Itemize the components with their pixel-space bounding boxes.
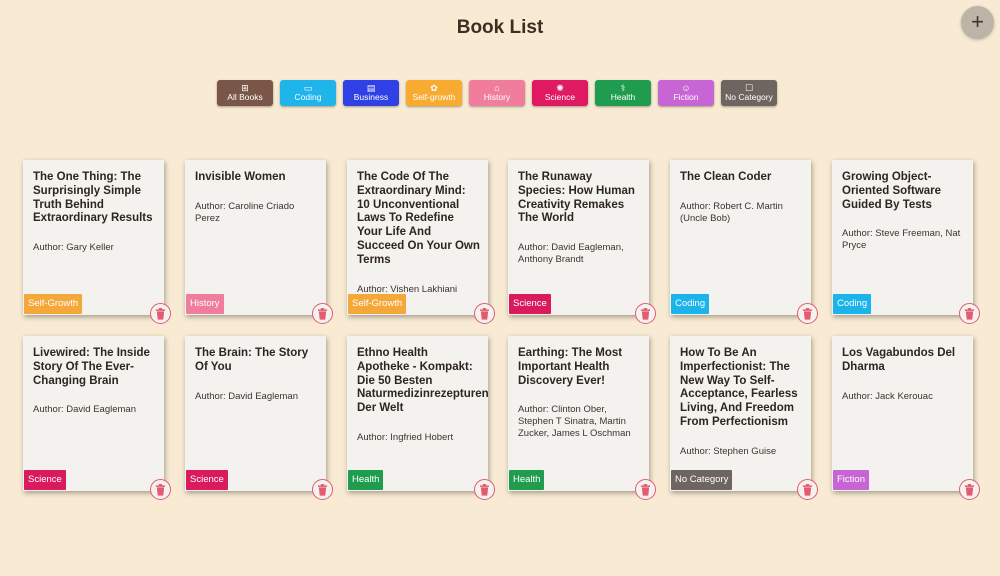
category-tag: Coding [671, 294, 710, 314]
book-card[interactable]: Invisible Women Author: Caroline Criado P… [185, 160, 333, 324]
book-author: Author: Ingfried Hobert [357, 432, 454, 443]
book-card[interactable]: The Clean Coder Author: Robert C. Martin … [670, 160, 818, 324]
book-card[interactable]: The Code Of The Extraordinary Mind: 10 U… [347, 160, 495, 324]
add-book-button[interactable]: + [961, 6, 994, 39]
filter-self-growth-button[interactable]: ✿ Self-growth [406, 80, 462, 106]
trash-icon [155, 307, 166, 320]
filter-business-button[interactable]: ▤ Business [343, 80, 399, 106]
delete-book-button[interactable] [150, 479, 171, 500]
category-tag: Self-Growth [348, 294, 407, 314]
delete-book-button[interactable] [635, 479, 656, 500]
book-author: Author: Robert C. Martin (Uncle Bob) [680, 201, 783, 224]
filter-label: Fiction [673, 92, 699, 103]
trash-icon [640, 483, 651, 496]
filter-label: Business [353, 92, 389, 103]
delete-book-button[interactable] [474, 479, 495, 500]
delete-book-button[interactable] [635, 303, 656, 324]
book-author: Author: David Eagleman, Anthony Brandt [518, 242, 624, 265]
book-card[interactable]: Ethno Health Apotheke - Kompakt: Die 50 … [347, 336, 495, 500]
category-filter-bar: ⊞ All Books ▭ Coding ▤ Business ✿ Self-growth ⌂ H… [217, 80, 787, 108]
book-card[interactable]: Livewired: The Inside Story Of The Ever-… [23, 336, 171, 500]
delete-book-button[interactable] [312, 479, 333, 500]
book-author: Author: David Eagleman [33, 404, 136, 415]
book-author: Author: Steve Freeman, Nat Pryce [842, 228, 961, 251]
filter-label: Health [610, 92, 636, 103]
book-title: The Runaway Species: How Human Creativit… [518, 171, 635, 225]
delete-book-button[interactable] [797, 479, 818, 500]
book-author: Author: Caroline Criado Perez [195, 201, 295, 224]
book-title: The Clean Coder [680, 171, 772, 183]
category-tag: Science [24, 470, 66, 490]
filter-no-category-button[interactable]: ☐ No Category [721, 80, 777, 106]
book-title: Earthing: The Most Important Health Disc… [518, 347, 623, 387]
trash-icon [317, 483, 328, 496]
trash-icon [155, 483, 166, 496]
filter-health-button[interactable]: ⚕ Health [595, 80, 651, 106]
filter-history-button[interactable]: ⌂ History [469, 80, 525, 106]
book-author: Author: Stephen Guise [680, 446, 777, 457]
filter-label: Coding [294, 92, 322, 103]
book-card[interactable]: Los Vagabundos Del Dharma Author: Jack Ke… [832, 336, 980, 500]
category-tag: Health [348, 470, 384, 490]
book-title: The Brain: The Story Of You [195, 347, 309, 373]
book-card[interactable]: The One Thing: The Surprisingly Simple T… [23, 160, 171, 324]
category-tag: History [186, 294, 224, 314]
trash-icon [802, 483, 813, 496]
trash-icon [317, 307, 328, 320]
book-title: The Code Of The Extraordinary Mind: 10 U… [357, 171, 480, 266]
book-card[interactable]: How To Be An Imperfectionist: The New Wa… [670, 336, 818, 500]
delete-book-button[interactable] [474, 303, 495, 324]
filter-science-button[interactable]: ✺ Science [532, 80, 588, 106]
category-tag: No Category [671, 470, 733, 490]
trash-icon [640, 307, 651, 320]
delete-book-button[interactable] [797, 303, 818, 324]
filter-coding-button[interactable]: ▭ Coding [280, 80, 336, 106]
category-tag: Health [509, 470, 545, 490]
book-title: Los Vagabundos Del Dharma [842, 347, 956, 373]
category-tag: Self-Growth [24, 294, 83, 314]
book-card[interactable]: The Brain: The Story Of You Author: David… [185, 336, 333, 500]
book-card[interactable]: Growing Object-Oriented Software Guided … [832, 160, 980, 324]
delete-book-button[interactable] [150, 303, 171, 324]
filter-label: History [483, 92, 511, 103]
book-title: Invisible Women [195, 171, 286, 183]
trash-icon [964, 483, 975, 496]
delete-book-button[interactable] [959, 303, 980, 324]
book-title: How To Be An Imperfectionist: The New Wa… [680, 347, 798, 428]
book-title: Ethno Health Apotheke - Kompakt: Die 50 … [357, 347, 489, 415]
category-tag: Coding [833, 294, 872, 314]
book-author: Author: Jack Kerouac [842, 391, 933, 402]
filter-label: Self-growth [412, 92, 456, 103]
trash-icon [964, 307, 975, 320]
book-card[interactable]: The Runaway Species: How Human Creativit… [508, 160, 656, 324]
category-tag: Science [509, 294, 551, 314]
delete-book-button[interactable] [312, 303, 333, 324]
book-author: Author: Clinton Ober, Stephen T Sinatra,… [518, 404, 631, 439]
trash-icon [479, 483, 490, 496]
filter-fiction-button[interactable]: ☺ Fiction [658, 80, 714, 106]
filter-label: Science [544, 92, 576, 103]
book-card[interactable]: Earthing: The Most Important Health Disc… [508, 336, 656, 500]
page-title: Book List [456, 17, 544, 38]
filter-all-books-button[interactable]: ⊞ All Books [217, 80, 273, 106]
book-author: Author: Gary Keller [33, 242, 114, 253]
trash-icon [479, 307, 490, 320]
filter-label: All Books [227, 92, 263, 103]
category-tag: Fiction [833, 470, 869, 490]
trash-icon [802, 307, 813, 320]
book-title: The One Thing: The Surprisingly Simple T… [33, 171, 153, 225]
filter-label: No Category [725, 92, 773, 103]
book-title: Livewired: The Inside Story Of The Ever-… [33, 347, 150, 387]
category-tag: Science [186, 470, 228, 490]
book-title: Growing Object-Oriented Software Guided … [842, 171, 942, 211]
delete-book-button[interactable] [959, 479, 980, 500]
book-author: Author: David Eagleman [195, 391, 298, 402]
